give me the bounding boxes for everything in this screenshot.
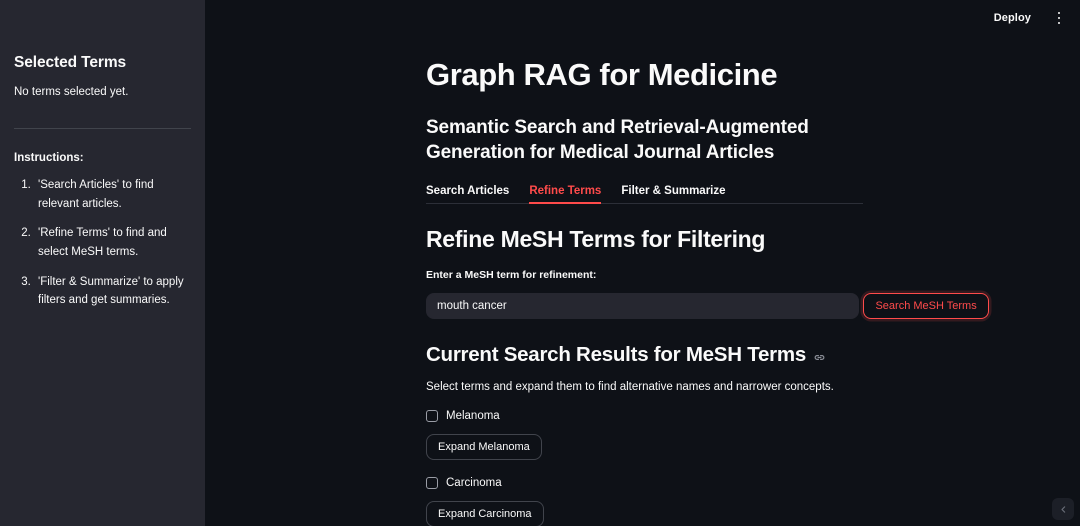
results-description: Select terms and expand them to find alt… xyxy=(426,381,834,394)
page-title: Graph RAG for Medicine xyxy=(426,57,778,92)
term-label: Melanoma xyxy=(446,410,500,423)
term-label: Carcinoma xyxy=(446,477,502,490)
sidebar: Selected Terms No terms selected yet. In… xyxy=(0,0,205,526)
checkbox-icon[interactable] xyxy=(426,410,438,423)
page-subtitle: Semantic Search and Retrieval-Augmented … xyxy=(426,117,809,164)
term-checkbox-melanoma[interactable]: Melanoma xyxy=(426,410,500,423)
sidebar-empty-state: No terms selected yet. xyxy=(14,86,129,98)
kebab-dot xyxy=(1057,21,1061,25)
tab-search-articles[interactable]: Search Articles xyxy=(426,185,509,204)
sidebar-instructions-title: Instructions: xyxy=(14,152,84,164)
mesh-term-input[interactable] xyxy=(426,293,859,320)
list-item: 'Refine Terms' to find and select MeSH t… xyxy=(34,224,191,261)
kebab-dot xyxy=(1057,16,1061,20)
sidebar-title: Selected Terms xyxy=(14,54,127,71)
section-title: Refine MeSH Terms for Filtering xyxy=(426,226,766,253)
sidebar-divider xyxy=(14,128,191,129)
app-root: Selected Terms No terms selected yet. In… xyxy=(0,0,1080,526)
main-content-area: Deploy Graph RAG for Medicine Semantic S… xyxy=(205,0,1080,526)
search-mesh-terms-button[interactable]: Search MeSH Terms xyxy=(863,293,989,320)
checkbox-icon[interactable] xyxy=(426,477,438,490)
sidebar-collapse-control[interactable] xyxy=(1052,498,1074,520)
deploy-button[interactable]: Deploy xyxy=(985,7,1040,29)
list-item: 'Search Articles' to find relevant artic… xyxy=(34,176,191,213)
mesh-term-input-label: Enter a MeSH term for refinement: xyxy=(426,269,597,282)
expand-carcinoma-button[interactable]: Expand Carcinoma xyxy=(426,501,544,526)
results-heading-row: Current Search Results for MeSH Terms xyxy=(426,343,1066,367)
tab-bar: Search Articles Refine Terms Filter & Su… xyxy=(426,185,863,205)
list-item: 'Filter & Summarize' to apply filters an… xyxy=(34,273,191,310)
sidebar-instructions-list: 'Search Articles' to find relevant artic… xyxy=(14,176,191,310)
results-title: Current Search Results for MeSH Terms xyxy=(426,343,806,367)
chevron-left-icon xyxy=(1060,505,1065,513)
expand-melanoma-button[interactable]: Expand Melanoma xyxy=(426,434,542,461)
link-icon[interactable] xyxy=(813,347,826,364)
app-toolbar: Deploy xyxy=(985,0,1080,36)
term-checkbox-carcinoma[interactable]: Carcinoma xyxy=(426,477,502,490)
tab-refine-terms[interactable]: Refine Terms xyxy=(529,185,602,205)
tab-filter-summarize[interactable]: Filter & Summarize xyxy=(621,185,725,204)
kebab-dot xyxy=(1057,11,1061,15)
page-content: Graph RAG for Medicine Semantic Search a… xyxy=(426,0,1066,526)
kebab-menu-icon[interactable] xyxy=(1048,7,1070,29)
